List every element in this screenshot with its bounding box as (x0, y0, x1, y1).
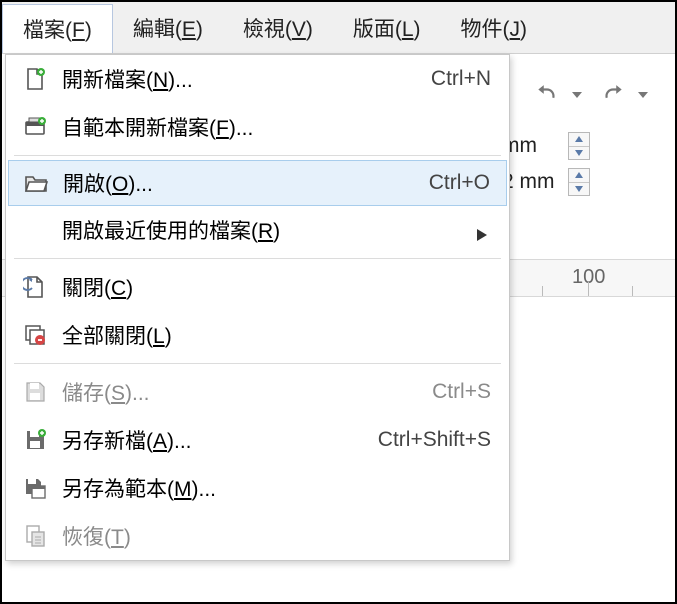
no-icon (20, 215, 50, 245)
menu-item-n[interactable]: 開新檔案(N)... Ctrl+N (6, 55, 509, 103)
submenu-arrow-icon (477, 223, 491, 237)
menu-separator (14, 258, 501, 259)
menubar-item-v[interactable]: 檢視(V) (223, 2, 333, 53)
menubar-item-f[interactable]: 檔案(F) (2, 4, 113, 53)
menu-item-shortcut: Ctrl+S (432, 380, 491, 404)
new-template-icon (20, 112, 50, 142)
save-as-icon (20, 425, 50, 455)
spinner-1[interactable] (568, 168, 590, 196)
menu-item-c[interactable]: 關閉(C) (6, 263, 509, 311)
menubar: 檔案(F) 編輯(E) 檢視(V) 版面(L) 物件(J) (2, 2, 675, 54)
menu-item-shortcut: Ctrl+N (431, 67, 491, 91)
menu-item-label: 另存為範本(M)... (62, 473, 491, 503)
chevron-down-icon[interactable] (569, 146, 589, 160)
property-value-0: mm (502, 134, 562, 158)
menubar-item-label: 物件(J) (461, 13, 528, 43)
menu-item-label: 開啟最近使用的檔案(R) (62, 215, 467, 245)
menu-item-shortcut: Ctrl+O (429, 171, 490, 195)
menu-item-t: 恢復(T) (6, 512, 509, 560)
close-all-icon (20, 320, 50, 350)
menu-separator (14, 363, 501, 364)
menu-item-label: 開啟(O)... (63, 168, 419, 198)
menu-separator (14, 155, 501, 156)
menubar-item-j[interactable]: 物件(J) (441, 2, 548, 53)
new-file-icon (20, 64, 50, 94)
menu-item-label: 儲存(S)... (62, 377, 422, 407)
menu-item-l[interactable]: 全部關閉(L) (6, 311, 509, 359)
undo-dropdown-arrow-icon[interactable] (572, 90, 584, 102)
property-value-1: 2 mm (502, 170, 562, 194)
menu-item-label: 關閉(C) (62, 272, 491, 302)
menu-item-f[interactable]: 自範本開新檔案(F)... (6, 103, 509, 151)
save-template-icon (20, 473, 50, 503)
file-menu-dropdown: 開新檔案(N)... Ctrl+N 自範本開新檔案(F)... 開啟(O)... Ctr… (5, 54, 510, 561)
close-doc-icon (20, 272, 50, 302)
redo-dropdown-arrow-icon[interactable] (638, 90, 650, 102)
menubar-item-label: 版面(L) (353, 13, 421, 43)
menu-item-label: 自範本開新檔案(F)... (62, 112, 491, 142)
undo-button[interactable] (528, 77, 566, 115)
menu-item-r[interactable]: 開啟最近使用的檔案(R) (6, 206, 509, 254)
menu-item-a[interactable]: 另存新檔(A)... Ctrl+Shift+S (6, 416, 509, 464)
menu-item-o[interactable]: 開啟(O)... Ctrl+O (8, 160, 507, 206)
menu-item-label: 全部關閉(L) (62, 320, 491, 350)
chevron-down-icon[interactable] (569, 182, 589, 196)
save-icon (20, 377, 50, 407)
open-folder-icon (21, 168, 51, 198)
menu-item-label: 恢復(T) (62, 521, 491, 551)
menubar-item-label: 檔案(F) (23, 14, 92, 44)
spinner-0[interactable] (568, 132, 590, 160)
chevron-up-icon[interactable] (569, 169, 589, 182)
revert-icon (20, 521, 50, 551)
chevron-up-icon[interactable] (569, 133, 589, 146)
menubar-item-label: 編輯(E) (133, 13, 203, 43)
menubar-item-l[interactable]: 版面(L) (333, 2, 441, 53)
menubar-item-e[interactable]: 編輯(E) (113, 2, 223, 53)
menu-item-shortcut: Ctrl+Shift+S (378, 428, 491, 452)
redo-button[interactable] (594, 77, 632, 115)
menu-item-label: 開新檔案(N)... (62, 64, 421, 94)
menu-item-s: 儲存(S)... Ctrl+S (6, 368, 509, 416)
menu-item-m[interactable]: 另存為範本(M)... (6, 464, 509, 512)
menubar-item-label: 檢視(V) (243, 13, 313, 43)
menu-item-label: 另存新檔(A)... (62, 425, 368, 455)
